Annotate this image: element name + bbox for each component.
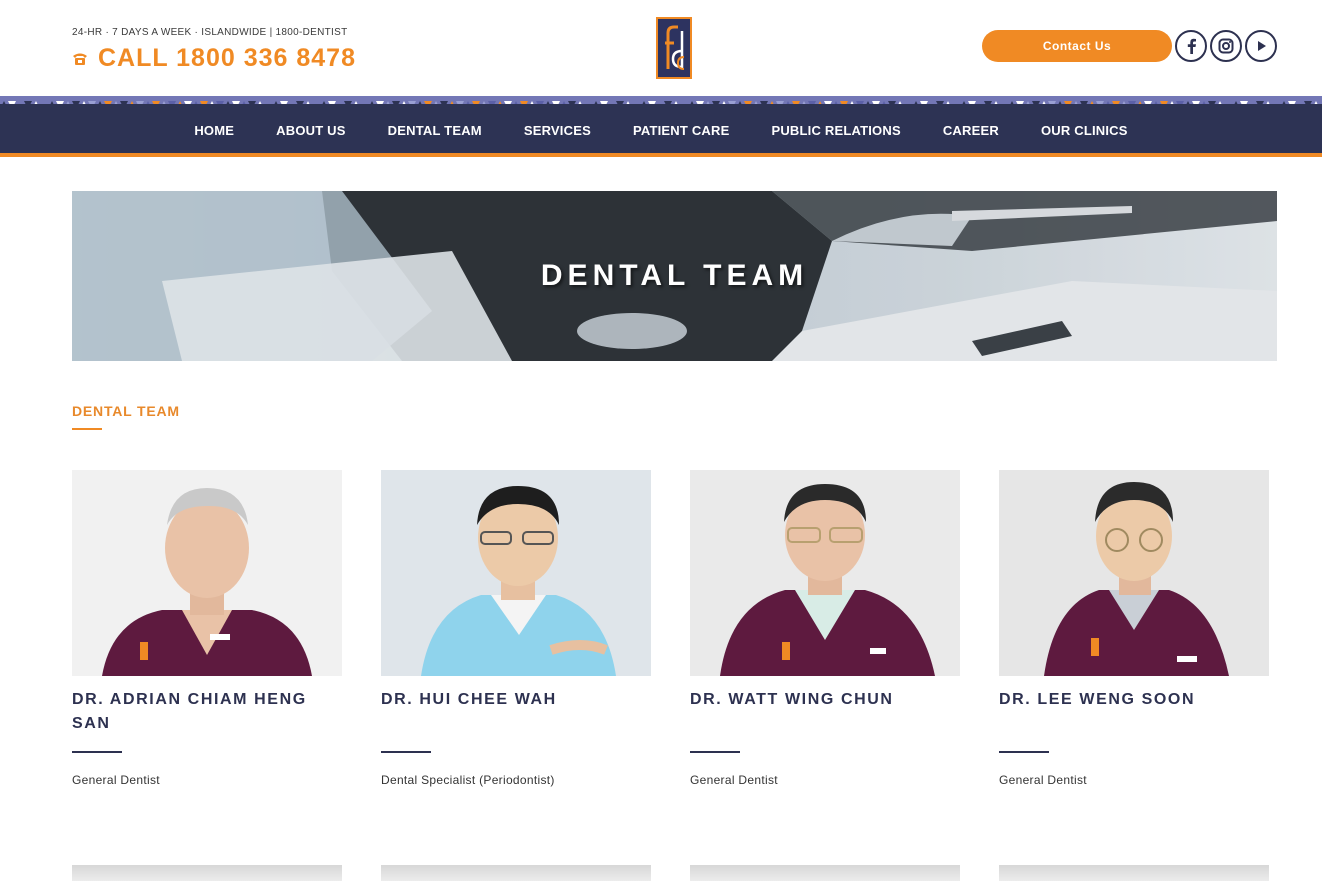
nav-item-career[interactable]: CAREER (922, 123, 1020, 138)
team-member-photo[interactable] (999, 470, 1269, 676)
instagram-icon (1218, 38, 1234, 54)
team-member-card[interactable]: DR. WATT WING CHUN General Dentist (690, 470, 960, 787)
nav-menu: HOME ABOUT US DENTAL TEAM SERVICES PATIE… (0, 104, 1322, 157)
nav-item-our-clinics[interactable]: OUR CLINICS (1020, 123, 1149, 138)
instagram-link[interactable] (1210, 30, 1242, 62)
section-heading-underline (72, 428, 102, 430)
team-member-photo[interactable] (381, 470, 651, 676)
call-number-text: CALL 1800 336 8478 (98, 44, 356, 72)
nav-item-dental-team[interactable]: DENTAL TEAM (367, 123, 503, 138)
team-member-photo-partial[interactable] (999, 865, 1269, 881)
facebook-icon (1187, 38, 1196, 54)
doctor-portrait-image (690, 470, 960, 676)
contact-us-button[interactable]: Contact Us (982, 30, 1172, 62)
call-number-link[interactable]: CALL 1800 336 8478 (72, 44, 356, 73)
banner-title: DENTAL TEAM (540, 259, 809, 292)
section-heading: DENTAL TEAM (72, 403, 180, 419)
team-member-role: General Dentist (690, 773, 778, 787)
team-member-name[interactable]: DR. WATT WING CHUN (690, 688, 960, 738)
team-member-photo[interactable] (72, 470, 342, 676)
team-member-photo[interactable] (690, 470, 960, 676)
name-divider (381, 751, 431, 753)
name-divider (999, 751, 1049, 753)
team-member-role: General Dentist (999, 773, 1087, 787)
header-tagline: 24-HR · 7 DAYS A WEEK · ISLANDWIDE | 180… (72, 27, 348, 38)
team-member-card[interactable]: DR. LEE WENG SOON General Dentist (999, 470, 1269, 787)
nav-item-services[interactable]: SERVICES (503, 123, 612, 138)
nav-item-home[interactable]: HOME (173, 123, 255, 138)
team-member-card[interactable]: DR. ADRIAN CHIAM HENG SAN General Dentis… (72, 470, 342, 787)
decorative-pattern-strip (0, 96, 1322, 104)
name-divider (690, 751, 740, 753)
phone-icon (73, 53, 87, 65)
site-logo[interactable] (656, 17, 692, 79)
team-member-photo-partial[interactable] (690, 865, 960, 881)
doctor-portrait-image (999, 470, 1269, 676)
main-navigation: HOME ABOUT US DENTAL TEAM SERVICES PATIE… (0, 104, 1322, 157)
youtube-link[interactable] (1245, 30, 1277, 62)
doctor-portrait-image (72, 470, 342, 676)
nav-item-public-relations[interactable]: PUBLIC RELATIONS (750, 123, 921, 138)
team-member-role: General Dentist (72, 773, 160, 787)
team-member-photo-partial[interactable] (72, 865, 342, 881)
team-member-card[interactable]: DR. HUI CHEE WAH Dental Specialist (Peri… (381, 470, 651, 787)
doctor-portrait-image (381, 470, 651, 676)
team-member-name[interactable]: DR. LEE WENG SOON (999, 688, 1269, 738)
team-member-photo-partial[interactable] (381, 865, 651, 881)
site-header: 24-HR · 7 DAYS A WEEK · ISLANDWIDE | 180… (0, 0, 1322, 96)
fdc-logo-icon (665, 25, 685, 70)
nav-item-about-us[interactable]: ABOUT US (255, 123, 367, 138)
page-banner: DENTAL TEAM (72, 191, 1277, 361)
team-member-name[interactable]: DR. ADRIAN CHIAM HENG SAN (72, 688, 342, 738)
name-divider (72, 751, 122, 753)
facebook-link[interactable] (1175, 30, 1207, 62)
nav-item-patient-care[interactable]: PATIENT CARE (612, 123, 751, 138)
youtube-play-icon (1258, 41, 1266, 51)
team-member-role: Dental Specialist (Periodontist) (381, 773, 555, 787)
team-member-name[interactable]: DR. HUI CHEE WAH (381, 688, 651, 738)
